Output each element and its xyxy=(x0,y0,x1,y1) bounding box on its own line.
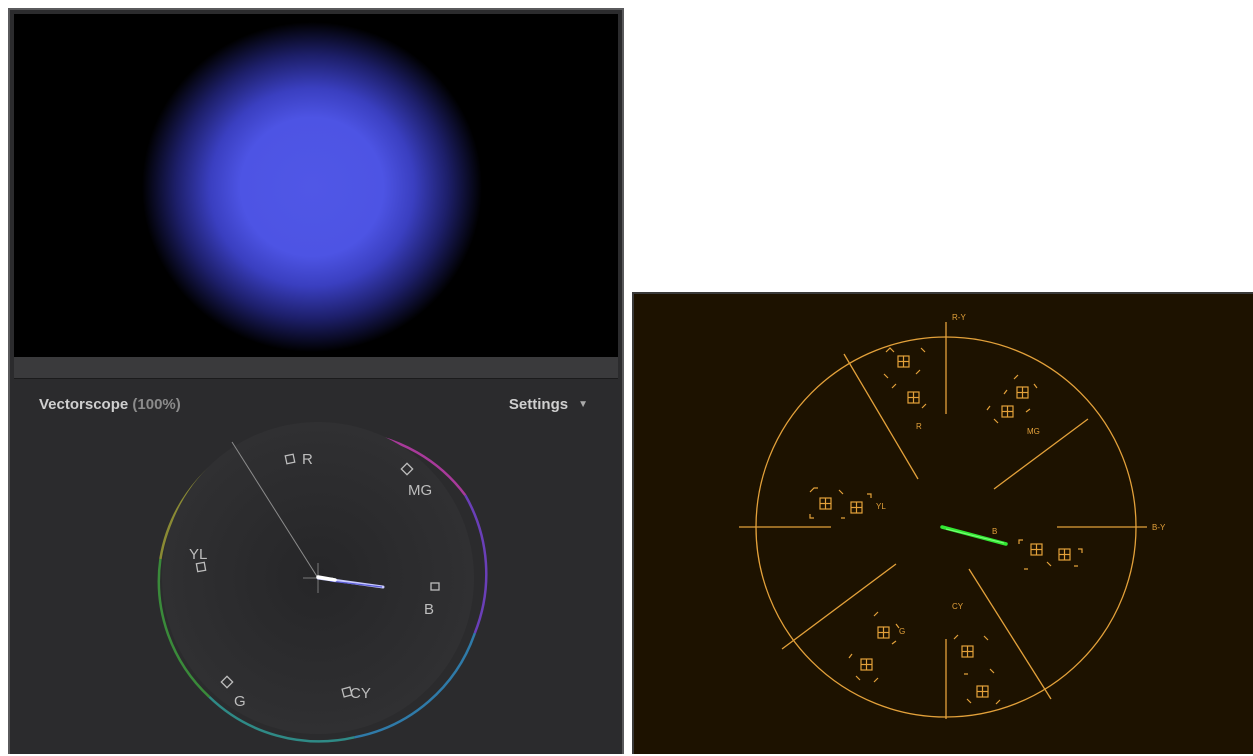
target-r-cluster xyxy=(883,347,927,409)
sector-line xyxy=(781,563,897,650)
target-mg-label: MG xyxy=(408,482,432,499)
viewer-scope-panel: Vectorscope (100%) Settings ▼ R MG B CY … xyxy=(8,8,624,754)
sector-line xyxy=(993,418,1089,490)
target-b-label: B xyxy=(424,601,434,618)
target-yl-label-right: YL xyxy=(876,502,886,511)
target-yl-label: YL xyxy=(189,546,207,563)
target-g-label: G xyxy=(234,693,246,710)
target-r-label-right: R xyxy=(916,422,922,431)
target-b-label-right: B xyxy=(992,527,997,536)
target-cy-label-right: CY xyxy=(952,602,964,611)
target-yl-cluster xyxy=(809,487,872,519)
axis-label-b-y: B-Y xyxy=(1152,523,1166,532)
target-mg-label-right: MG xyxy=(1027,427,1040,436)
sector-line xyxy=(968,568,1052,700)
target-b-cluster xyxy=(1018,539,1083,570)
target-cy-cluster xyxy=(953,634,1001,705)
target-r-label: R xyxy=(302,451,313,468)
broadcast-vectorscope-panel: R-Y B-Y R MG YL B CY G xyxy=(632,292,1253,754)
target-cy-label: CY xyxy=(350,685,371,702)
target-mg-cluster xyxy=(986,374,1038,424)
axis-label-r-y: R-Y xyxy=(952,313,966,322)
vectorscope-graticule: R MG B CY G YL xyxy=(157,422,488,743)
broadcast-vectorscope: R-Y B-Y R MG YL B CY G xyxy=(739,313,1166,719)
target-g-cluster xyxy=(848,611,900,683)
target-g-label-right: G xyxy=(899,627,905,636)
sector-line xyxy=(843,353,919,480)
